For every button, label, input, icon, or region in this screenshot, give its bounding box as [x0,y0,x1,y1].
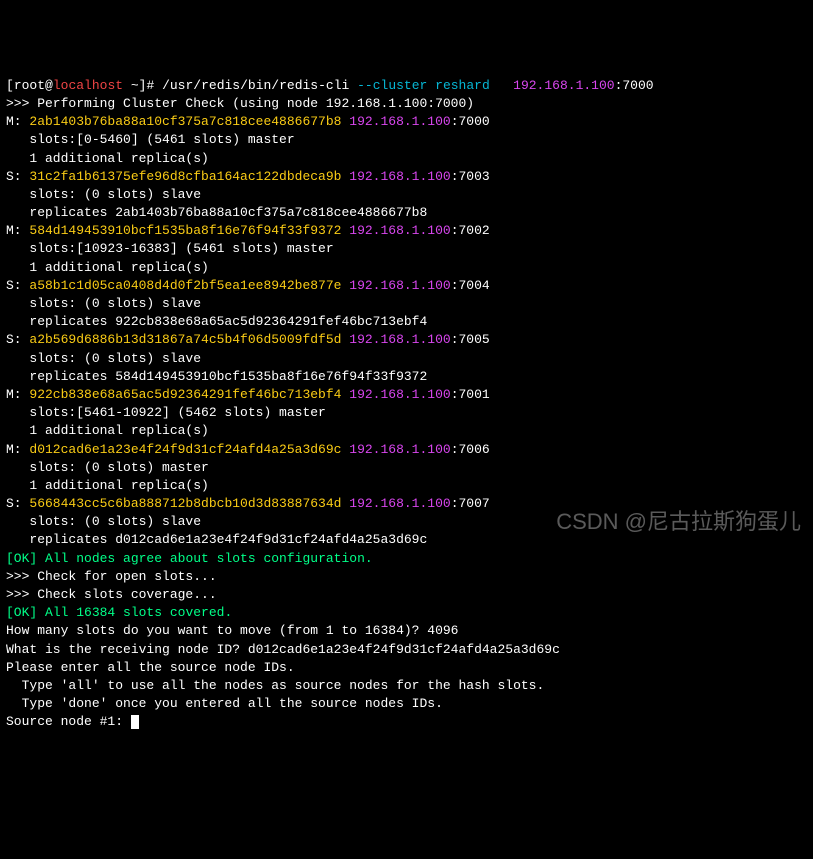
header-line: >>> Performing Cluster Check (using node… [6,96,474,111]
node-ip: 192.168.1.100 [349,223,450,238]
check-coverage: >>> Check slots coverage... [6,587,217,602]
cursor[interactable] [131,715,139,729]
node-extra: replicates 2ab1403b76ba88a10cf375a7c818c… [6,205,427,220]
node-id: 2ab1403b76ba88a10cf375a7c818cee4886677b8 [29,114,349,129]
node-port: :7001 [451,387,490,402]
node-port: :7005 [451,332,490,347]
node-ip: 192.168.1.100 [349,387,450,402]
node-id: 5668443cc5c6ba888712b8dbcb10d3d83887634d [29,496,349,511]
user: root [14,78,45,93]
node-role: M: [6,442,29,457]
node-ip: 192.168.1.100 [349,496,450,511]
node-port: :7003 [451,169,490,184]
node-ip: 192.168.1.100 [349,169,450,184]
watermark: CSDN @尼古拉斯狗蛋儿 [556,507,801,538]
node-extra: replicates d012cad6e1a23e4f24f9d31cf24af… [6,532,427,547]
prompt-source-node: Source node #1: [6,714,131,729]
node-port: :7002 [451,223,490,238]
terminal-output: [root@localhost ~]# /usr/redis/bin/redis… [6,77,807,732]
node-id: a58b1c1d05ca0408d4d0f2bf5ea1ee8942be877e [29,278,349,293]
node-slots: slots: (0 slots) slave [6,514,201,529]
node-extra: 1 additional replica(s) [6,423,209,438]
node-ip: 192.168.1.100 [349,114,450,129]
node-port: :7004 [451,278,490,293]
node-extra: replicates 584d149453910bcf1535ba8f16e76… [6,369,427,384]
node-extra: replicates 922cb838e68a65ac5d92364291fef… [6,314,427,329]
node-extra: 1 additional replica(s) [6,151,209,166]
at: @ [45,78,53,93]
node-ip: 192.168.1.100 [349,332,450,347]
node-port: :7000 [451,114,490,129]
cmd-bin: /usr/redis/bin/redis-cli [154,78,357,93]
node-role: M: [6,114,29,129]
node-extra: 1 additional replica(s) [6,478,209,493]
node-slots: slots: (0 slots) slave [6,351,201,366]
node-id: 31c2fa1b61375efe96d8cfba164ac122dbdeca9b [29,169,349,184]
node-role: M: [6,223,29,238]
node-slots: slots: (0 slots) master [6,460,209,475]
node-port: :7006 [451,442,490,457]
ok-tag: [OK] [6,551,37,566]
ok-msg: All nodes agree about slots configuratio… [37,551,372,566]
node-id: 922cb838e68a65ac5d92364291fef46bc713ebf4 [29,387,349,402]
node-id: d012cad6e1a23e4f24f9d31cf24afd4a25a3d69c [29,442,349,457]
bracket-close: ]# [139,78,155,93]
question-slots: How many slots do you want to move (from… [6,623,458,638]
hostname: localhost [53,78,123,93]
cmd-ip: 192.168.1.100 [513,78,614,93]
ok-tag: [OK] [6,605,37,620]
ok-msg: All 16384 slots covered. [37,605,232,620]
node-role: S: [6,278,29,293]
bracket: [ [6,78,14,93]
node-slots: slots:[0-5460] (5461 slots) master [6,132,295,147]
cwd: ~ [123,78,139,93]
node-ip: 192.168.1.100 [349,442,450,457]
node-slots: slots:[5461-10922] (5462 slots) master [6,405,326,420]
cmd-port: :7000 [615,78,654,93]
cmd-space [490,78,513,93]
node-role: M: [6,387,29,402]
hint-done: Type 'done' once you entered all the sou… [6,696,443,711]
node-role: S: [6,169,29,184]
node-id: 584d149453910bcf1535ba8f16e76f94f33f9372 [29,223,349,238]
cmd-flag: --cluster reshard [357,78,490,93]
node-port: :7007 [451,496,490,511]
node-slots: slots:[10923-16383] (5461 slots) master [6,241,334,256]
node-extra: 1 additional replica(s) [6,260,209,275]
node-id: a2b569d6886b13d31867a74c5b4f06d5009fdf5d [29,332,349,347]
node-role: S: [6,332,29,347]
hint-all: Type 'all' to use all the nodes as sourc… [6,678,544,693]
node-ip: 192.168.1.100 [349,278,450,293]
node-slots: slots: (0 slots) slave [6,187,201,202]
question-receiving-node: What is the receiving node ID? d012cad6e… [6,642,560,657]
node-role: S: [6,496,29,511]
check-open-slots: >>> Check for open slots... [6,569,217,584]
question-source-ids: Please enter all the source node IDs. [6,660,295,675]
node-slots: slots: (0 slots) slave [6,296,201,311]
prompt-line: [root@localhost ~]# /usr/redis/bin/redis… [6,78,654,93]
